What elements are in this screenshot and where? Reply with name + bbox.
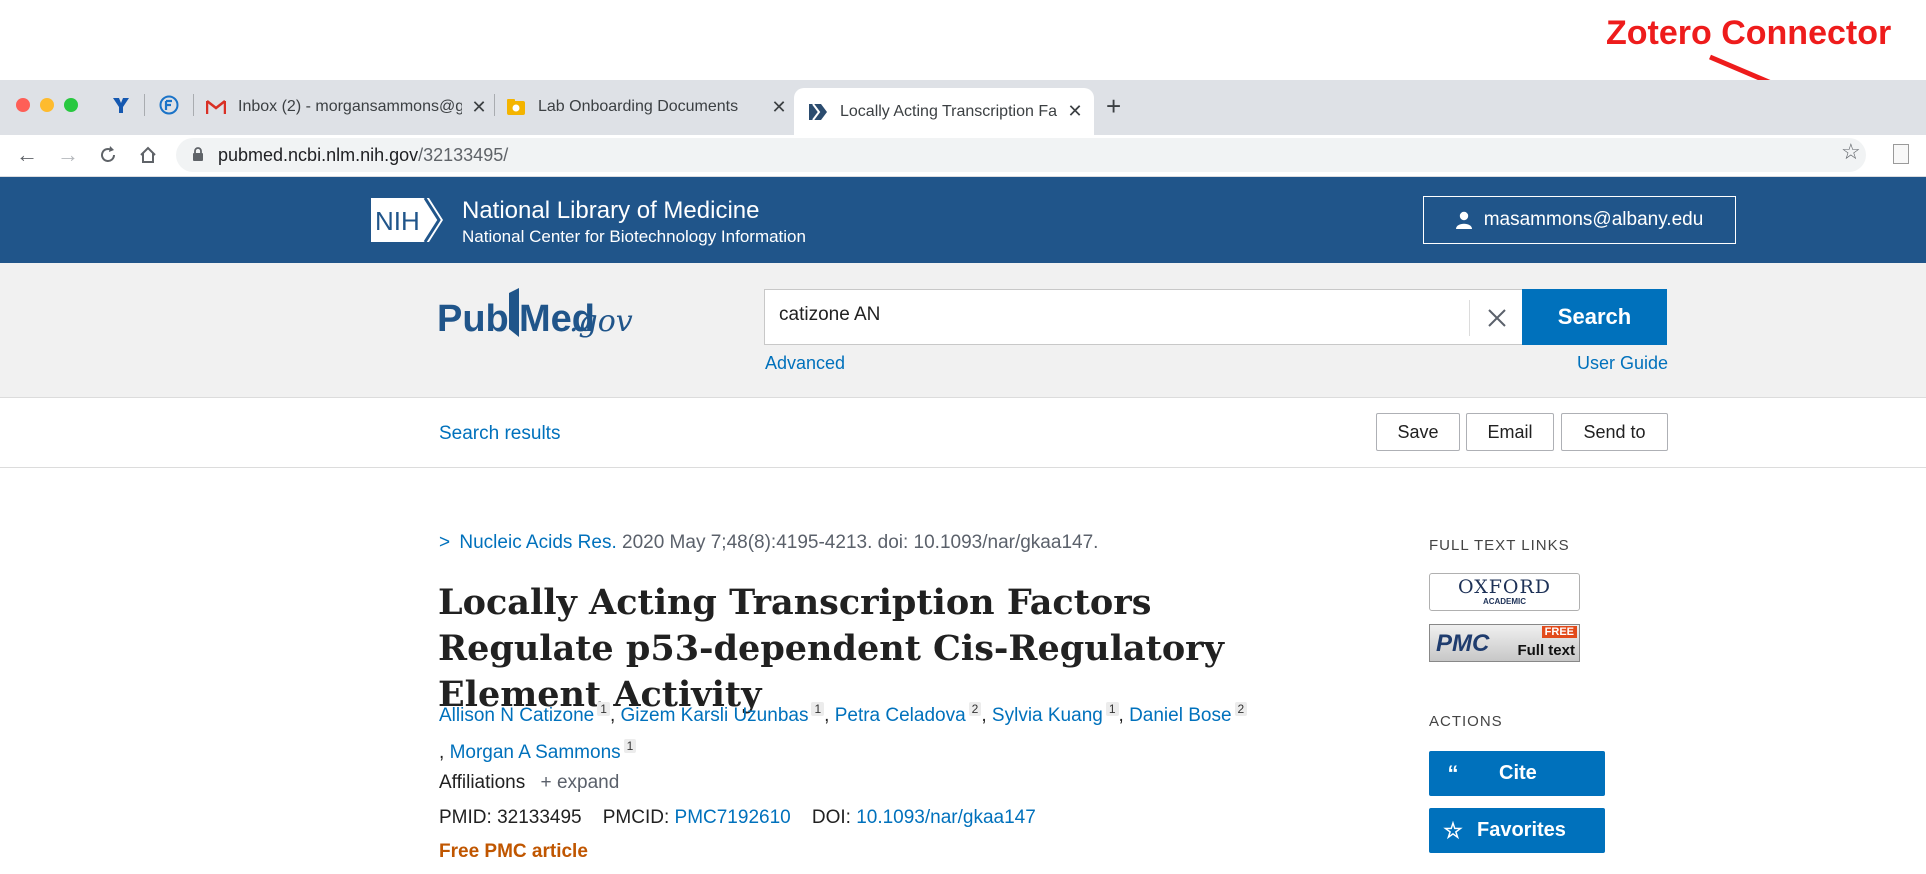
account-email: masammons@albany.edu [1483,209,1704,230]
free-pmc-article-label: Free PMC article [439,841,588,862]
send-to-button[interactable]: Send to [1561,413,1668,451]
results-toolbar: Search results Save Email Send to [0,398,1926,468]
plus-icon: + [540,772,552,793]
save-button[interactable]: Save [1376,413,1460,451]
account-button[interactable]: masammons@albany.edu [1423,196,1736,244]
oxford-academic-link[interactable]: OXFORD ACADEMIC [1429,573,1580,611]
citation-details: 2020 May 7;48(8):4195-4213. doi: 10.1093… [616,532,1099,553]
back-arrow-icon[interactable]: ← [16,143,38,167]
search-button[interactable]: Search [1522,289,1667,345]
zotero-connector-annotation: Zotero Connector [1606,14,1892,52]
yahoo-icon[interactable] [108,92,134,118]
clear-search-icon[interactable] [1483,304,1511,332]
tab-title: Locally Acting Transcription Fa [840,102,1057,120]
cite-button[interactable]: “ Cite [1429,751,1605,796]
user-icon [1455,211,1472,229]
close-icon[interactable]: ✕ [770,97,788,118]
bookmark-star-icon[interactable]: ☆ [1841,139,1861,165]
tab-pubmed-active[interactable]: Locally Acting Transcription Fa ✕ [794,88,1094,135]
doi-link[interactable]: 10.1093/nar/gkaa147 [856,807,1036,828]
lock-icon[interactable] [192,147,204,167]
affiliation-marker[interactable]: 1 [623,739,637,753]
close-icon[interactable]: ✕ [470,97,488,118]
author-link[interactable]: Daniel Bose [1129,705,1231,726]
affiliations-row: Affiliations + expand [439,772,619,794]
affiliation-marker[interactable]: 1 [1105,702,1119,716]
pmid-value: 32133495 [497,807,582,828]
user-guide-link[interactable]: User Guide [1577,353,1668,374]
affiliation-marker[interactable]: 2 [968,702,982,716]
search-bar-area: Pub Med .gov Search Advanced User Guide [0,263,1926,398]
tab-title: Inbox (2) - morgansammons@g [238,98,462,115]
full-text-links-heading: FULL TEXT LINKS [1429,537,1570,554]
nih-header: NIH National Library of Medicine Nationa… [0,177,1926,263]
search-results-link[interactable]: Search results [439,423,560,445]
tab-gmail[interactable]: Inbox (2) - morgansammons@g ✕ [206,88,488,126]
article-identifiers: PMID: 32133495 PMCID: PMC7192610 DOI: 10… [439,807,1036,828]
author-link[interactable]: Sylvia Kuang [992,705,1103,726]
tab-lab-onboarding[interactable]: Lab Onboarding Documents ✕ [506,88,788,126]
svg-text:Pub: Pub [437,298,509,340]
pmcid-link[interactable]: PMC7192610 [675,807,791,828]
pmc-full-text-link[interactable]: PMC FREE Full text [1429,624,1580,662]
firefox-account-icon[interactable] [156,92,182,118]
affiliation-marker[interactable]: 1 [811,702,825,716]
browser-toolbar: ← → pubmed.ncbi.nlm.nih.gov/32133495/ ☆ [0,135,1926,177]
gmail-icon [206,97,226,117]
window-zoom-button[interactable] [64,98,78,112]
expand-affiliations-button[interactable]: + expand [541,772,620,793]
advanced-search-link[interactable]: Advanced [765,353,845,374]
affiliation-marker[interactable]: 2 [1234,702,1248,716]
affiliations-label: Affiliations [439,772,526,793]
affiliation-marker[interactable]: 1 [597,702,610,716]
search-field[interactable] [764,289,1524,345]
svg-text:NIH: NIH [375,206,420,236]
new-tab-button[interactable]: + [1106,93,1121,119]
email-button[interactable]: Email [1466,413,1554,451]
favorites-button[interactable]: ☆ Favorites [1429,808,1605,853]
quote-icon: “ [1447,760,1459,786]
author-list: Allison N Catizone 1, Gizem Karsli Uzunba… [439,694,1319,768]
forward-arrow-icon[interactable]: → [57,143,79,167]
window-minimize-button[interactable] [40,98,54,112]
window-close-button[interactable] [16,98,30,112]
actions-heading: ACTIONS [1429,713,1503,730]
journal-name-link[interactable]: Nucleic Acids Res. [459,532,616,553]
close-icon[interactable]: ✕ [1066,101,1084,122]
drive-folder-icon [506,97,526,117]
author-link[interactable]: Morgan A Sammons [450,742,621,763]
reload-icon[interactable] [98,143,118,170]
star-icon: ☆ [1443,817,1463,843]
author-link[interactable]: Gizem Karsli Uzunbas [621,705,809,726]
pubmed-tab-icon [808,102,828,122]
author-link[interactable]: Allison N Catizone [439,705,594,726]
svg-text:.gov: .gov [569,304,633,339]
zotero-connector-icon[interactable] [1893,144,1909,164]
nih-logo[interactable]: NIH [369,196,445,244]
tab-title: Lab Onboarding Documents [538,98,739,115]
address-bar[interactable]: pubmed.ncbi.nlm.nih.gov/32133495/ [176,138,1866,172]
pubmed-logo[interactable]: Pub Med .gov [437,285,667,351]
search-input[interactable] [779,304,1419,326]
browser-tab-strip: Inbox (2) - morgansammons@g ✕ Lab Onboar… [0,80,1926,135]
chevron-right-icon[interactable]: > [439,532,450,553]
journal-citation: > Nucleic Acids Res. 2020 May 7;48(8):41… [439,532,1098,554]
nih-subtitle[interactable]: National Center for Biotechnology Inform… [462,227,806,247]
nih-title[interactable]: National Library of Medicine [462,197,759,225]
home-icon[interactable] [138,143,158,170]
url-text: pubmed.ncbi.nlm.nih.gov/32133495/ [218,145,509,165]
author-link[interactable]: Petra Celadova [835,705,966,726]
